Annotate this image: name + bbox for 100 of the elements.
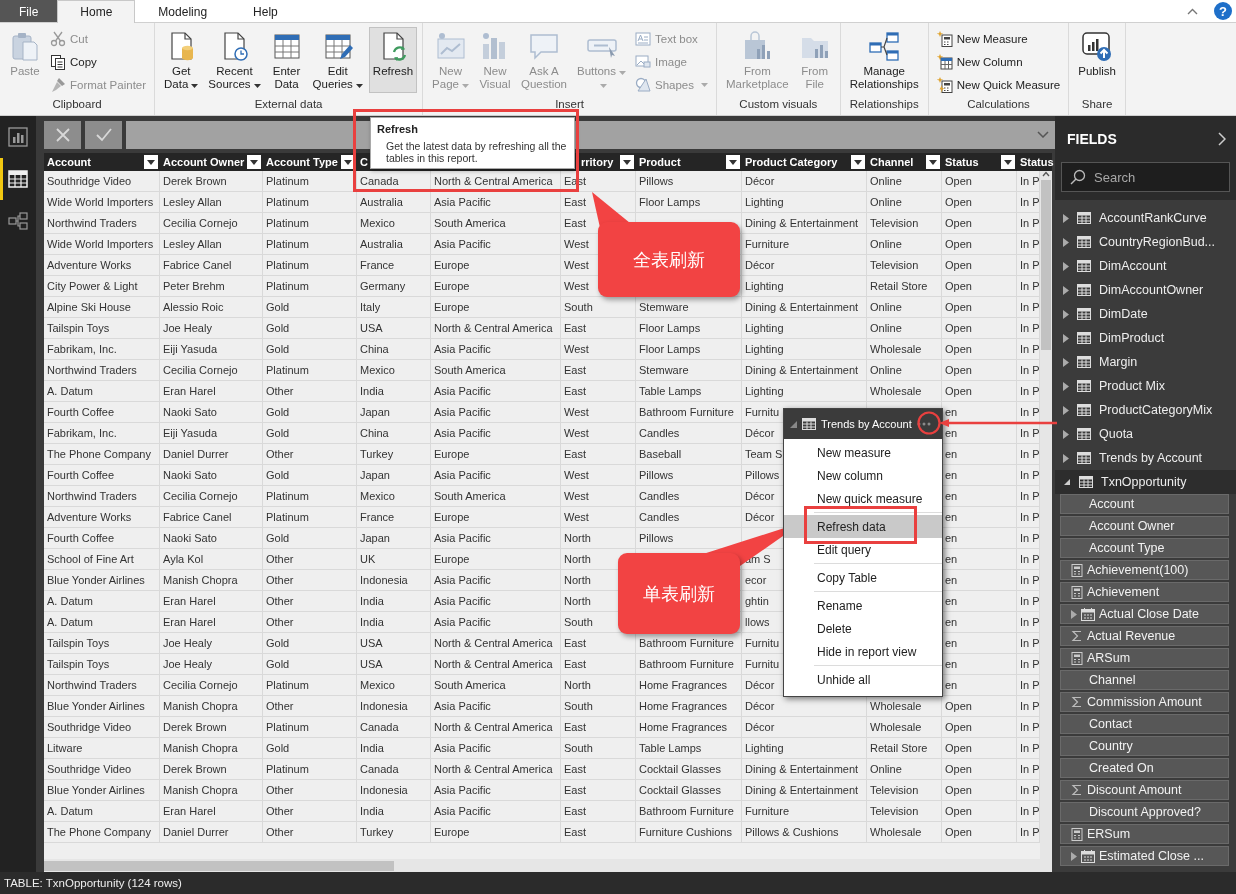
field-item[interactable]: Created On — [1060, 758, 1229, 778]
table-cell: Fourth Coffee — [47, 469, 115, 481]
field-item[interactable]: Commission Amount — [1060, 692, 1229, 712]
table-cell: Joe Healy — [163, 637, 212, 649]
table-cell: Italy — [360, 301, 381, 313]
table-cell: Television — [870, 784, 919, 796]
menu-item[interactable]: Hide in report view — [784, 640, 942, 663]
field-item[interactable]: Actual Close Date — [1060, 604, 1229, 624]
table-icon — [1077, 356, 1091, 368]
table-cell: Adventure Works — [47, 259, 132, 271]
table-cell: In P — [1020, 385, 1040, 397]
field-table-item[interactable]: Product Mix — [1055, 374, 1236, 398]
menu-item[interactable]: New quick measure — [784, 487, 942, 510]
field-table-item[interactable]: TxnOpportunity — [1055, 470, 1236, 494]
ribbon-button[interactable]: New Quick Measure — [933, 74, 1064, 95]
field-item[interactable]: Account Owner — [1060, 516, 1229, 536]
cancel-button[interactable] — [44, 120, 81, 149]
table-cell: In P — [1020, 427, 1040, 439]
help-button[interactable]: ? — [1214, 2, 1232, 20]
field-table-item[interactable]: DimAccountOwner — [1055, 278, 1236, 302]
table-cell: Europe — [434, 448, 470, 460]
ribbon-button[interactable]: New Measure — [933, 28, 1064, 49]
field-table-item[interactable]: DimProduct — [1055, 326, 1236, 350]
table-cell: Table Lamps — [639, 742, 702, 754]
ribbon-button[interactable]: Recent Sources — [204, 27, 265, 93]
field-item[interactable]: Discount Amount — [1060, 780, 1229, 800]
ribbon-button[interactable]: Get Data — [160, 27, 203, 93]
column-filter-button[interactable] — [144, 155, 158, 169]
table-cell: North & Central America — [434, 658, 553, 670]
sum-icon — [1071, 784, 1083, 796]
commit-button[interactable] — [85, 120, 122, 149]
table-cell: Cecilia Cornejo — [163, 217, 238, 229]
table-cell: Other — [266, 805, 294, 817]
ribbon-tab[interactable]: Help — [230, 0, 301, 22]
column-filter-button[interactable] — [1001, 155, 1015, 169]
ribbon-tab[interactable]: File — [0, 0, 58, 22]
column-filter-button[interactable] — [726, 155, 740, 169]
table-cell: Northwind Traders — [47, 217, 137, 229]
field-item[interactable]: Country — [1060, 736, 1229, 756]
search-field[interactable]: Search — [1061, 162, 1230, 192]
ribbon-button[interactable]: Copy — [47, 51, 150, 72]
scrollbar-thumb[interactable] — [44, 860, 394, 871]
column-filter-button[interactable] — [620, 155, 634, 169]
field-item[interactable]: Contact — [1060, 714, 1229, 734]
caret-icon — [355, 84, 363, 88]
field-table-item[interactable]: DimDate — [1055, 302, 1236, 326]
field-table-item[interactable]: DimAccount — [1055, 254, 1236, 278]
ribbon-button[interactable]: Enter Data — [266, 27, 307, 93]
field-item[interactable]: Achievement(100) — [1060, 560, 1229, 580]
ribbon-button[interactable]: New Column — [933, 51, 1064, 72]
column-filter-button[interactable] — [247, 155, 261, 169]
table-cell: Candles — [639, 427, 680, 439]
menu-item[interactable]: Delete — [784, 617, 942, 640]
ribbon-tab[interactable]: Home — [57, 0, 136, 23]
table-cell: Asia Pacific — [434, 532, 491, 544]
field-item[interactable]: Discount Approved? — [1060, 802, 1229, 822]
field-item[interactable]: Estimated Close ... — [1060, 846, 1229, 866]
menu-item[interactable]: New measure — [784, 441, 942, 464]
table-cell: Open — [945, 721, 972, 733]
menu-item[interactable]: New column — [784, 464, 942, 487]
field-item[interactable]: ARSum — [1060, 648, 1229, 668]
table-cell: Europe — [434, 259, 470, 271]
field-table-item[interactable]: Margin — [1055, 350, 1236, 374]
horizontal-scrollbar[interactable] — [44, 859, 1052, 872]
field-table-item[interactable]: ProductCategoryMix — [1055, 398, 1236, 422]
table-cell: In P — [1020, 721, 1040, 733]
ribbon-tab[interactable]: Modeling — [135, 0, 231, 22]
table-cell: In P — [1020, 280, 1040, 292]
menu-item[interactable]: Copy Table — [784, 566, 942, 589]
table-cell: Team S — [745, 448, 783, 460]
ribbon-button[interactable]: Refresh — [368, 27, 418, 93]
table-cell: Northwind Traders — [47, 364, 137, 376]
scrollbar-thumb[interactable] — [1041, 180, 1051, 350]
field-table-item[interactable]: Quota — [1055, 422, 1236, 446]
column-filter-button[interactable] — [851, 155, 865, 169]
menu-item[interactable]: Rename — [784, 594, 942, 617]
table-cell: In P — [1020, 595, 1040, 607]
field-item[interactable]: Actual Revenue — [1060, 626, 1229, 646]
table-cell: Home Fragrances — [639, 700, 728, 712]
field-table-item[interactable]: CountryRegionBud... — [1055, 230, 1236, 254]
ribbon-button[interactable]: Publish — [1074, 27, 1120, 93]
field-item[interactable]: ERSum — [1060, 824, 1229, 844]
table-cell: Lighting — [745, 280, 784, 292]
field-item[interactable]: Channel — [1060, 670, 1229, 690]
field-item[interactable]: Account Type — [1060, 538, 1229, 558]
column-filter-button[interactable] — [926, 155, 940, 169]
table-cell: In P — [1020, 553, 1040, 565]
table-cell: Open — [945, 826, 972, 838]
menu-item[interactable]: Unhide all — [784, 668, 942, 691]
table-cell: Gold — [266, 343, 290, 355]
field-item[interactable]: Account — [1060, 494, 1229, 514]
menu-item[interactable]: Refresh data — [784, 515, 942, 538]
field-table-item[interactable]: Trends by Account — [1055, 446, 1236, 470]
ribbon-button[interactable]: Manage Relationships — [845, 27, 923, 93]
ribbon-button[interactable]: Edit Queries — [308, 27, 367, 93]
field-table-item[interactable]: AccountRankCurve — [1055, 206, 1236, 230]
field-item[interactable]: Achievement — [1060, 582, 1229, 602]
table-cell: Décor — [745, 175, 775, 187]
vertical-scrollbar[interactable] — [1040, 171, 1052, 859]
table-cell: Adventure Works — [47, 511, 132, 523]
